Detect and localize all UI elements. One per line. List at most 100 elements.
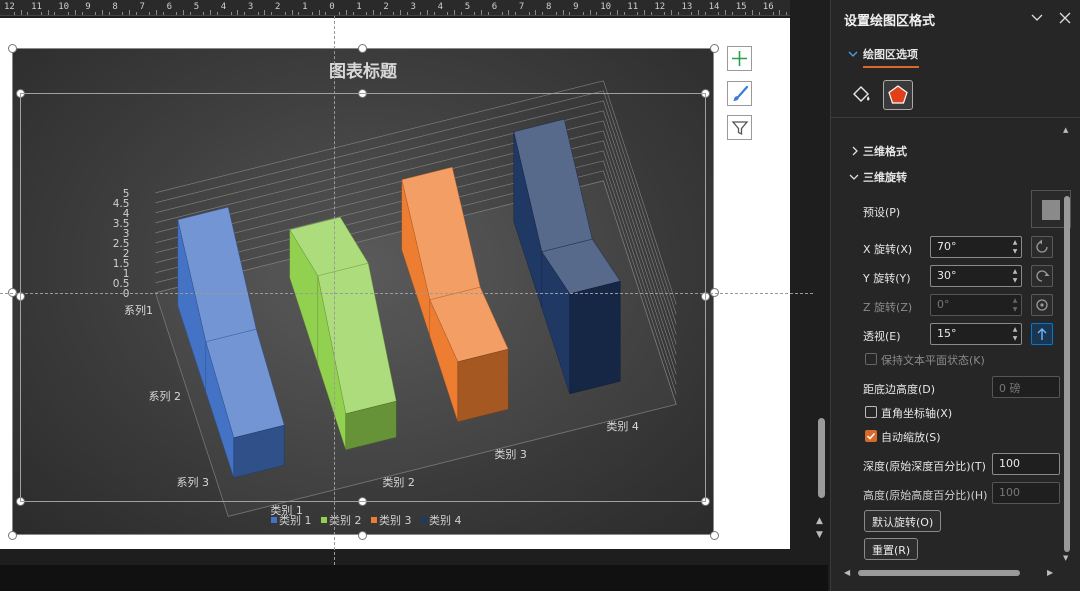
ruler-tick: [271, 12, 273, 15]
plot-handle-tr[interactable]: [701, 89, 710, 98]
ruler-tick: [772, 12, 774, 15]
x-rotation-spinner[interactable]: 70° ▲ ▼: [930, 236, 1022, 258]
height-value[interactable]: 100: [999, 486, 1020, 499]
legend-item[interactable]: 类别 3: [371, 513, 412, 527]
pane-hscroll-thumb[interactable]: [858, 570, 1020, 576]
spin-up-icon[interactable]: ▲: [1011, 326, 1019, 334]
depth-label: 系列 2: [149, 389, 182, 403]
x-rotation-value[interactable]: 70°: [937, 240, 957, 253]
ruler-tick: [596, 12, 598, 15]
plot-handle-br[interactable]: [701, 497, 710, 506]
ruler-tick: [203, 12, 205, 15]
ruler-tick: [156, 10, 158, 15]
legend-label: 类别 3: [379, 513, 412, 527]
spin-up-icon[interactable]: ▲: [1011, 297, 1019, 305]
chart-area[interactable]: 图表标题 0 0.5 1 1.5 2 2.5 3 3.5 4 4.5 5 类别 1 类别 2 类别 3类…: [12, 48, 714, 535]
chart-handle-tm[interactable]: [358, 44, 367, 53]
fill-line-tab[interactable]: [846, 80, 876, 110]
plot-handle-bm[interactable]: [358, 497, 367, 506]
editor-vertical-scrollbar[interactable]: ▲ ▼: [814, 16, 828, 565]
ruler-tick: [101, 10, 103, 15]
default-rotation-button[interactable]: 默认旋转(O): [864, 510, 942, 532]
legend-item[interactable]: 类别 4: [421, 513, 462, 527]
horizontal-ruler: 12 11 10 9 8 7 6 5 4 3 2 1 0 1 2 3 4 5 6 7 8 9 10 11 12 13 14 15 16: [0, 0, 790, 16]
ruler-tick: [752, 10, 754, 15]
ruler-tick: [420, 12, 422, 15]
chart-handle-bm[interactable]: [358, 531, 367, 540]
plot-handle-bl[interactable]: [16, 497, 25, 506]
ruler-label: 10: [600, 2, 612, 12]
ruler-label: 13: [681, 2, 693, 12]
z-rotation-value[interactable]: 0°: [937, 298, 950, 311]
pane-horizontal-scrollbar[interactable]: ◀ ▶: [842, 566, 1058, 580]
ruler-tick: [569, 12, 571, 15]
scroll-up-page-icon[interactable]: ▲: [816, 516, 823, 526]
depth-label: 系列1: [124, 303, 153, 317]
scroll-left-icon[interactable]: ◀: [844, 568, 850, 577]
preset-label: 预设(P): [863, 206, 901, 219]
ruler-tick: [481, 10, 483, 15]
plus-icon: [732, 51, 747, 66]
spin-down-icon[interactable]: ▼: [1011, 335, 1019, 343]
ruler-tick: [311, 12, 313, 15]
chart-elements-button[interactable]: [727, 46, 752, 71]
distance-from-ground-value[interactable]: 0 磅: [999, 380, 1021, 396]
spin-down-icon[interactable]: ▼: [1011, 277, 1019, 285]
pane-scroll-thumb[interactable]: [1064, 196, 1070, 552]
rotate-left-button[interactable]: [1031, 236, 1053, 258]
ruler-label: 8: [112, 2, 118, 12]
scroll-right-icon[interactable]: ▶: [1047, 568, 1053, 577]
z-rotation-spinner[interactable]: 0° ▲ ▼: [930, 294, 1022, 316]
spin-down-icon[interactable]: ▼: [1011, 306, 1019, 314]
depth-field[interactable]: 100: [992, 453, 1060, 475]
rotate-clockwise-button[interactable]: [1031, 294, 1053, 316]
ruler-label: 4: [437, 2, 444, 12]
reset-button[interactable]: 重置(R): [864, 538, 919, 560]
group-3d-rotation[interactable]: 三维旋转: [863, 169, 907, 185]
autoscale-checkbox[interactable]: [865, 430, 877, 442]
height-field[interactable]: 100: [992, 482, 1060, 504]
spin-up-icon[interactable]: ▲: [1011, 239, 1019, 247]
ruler-label: 16: [762, 2, 774, 12]
legend-item[interactable]: 类别 2: [321, 513, 362, 527]
chevron-down-icon[interactable]: [1031, 13, 1043, 23]
distance-from-ground-field[interactable]: 0 磅: [992, 376, 1060, 398]
pane-title: 设置绘图区格式: [844, 14, 936, 29]
ruler-tick: [427, 10, 429, 15]
scroll-down-page-icon[interactable]: ▼: [816, 530, 823, 540]
keep-text-flat-checkbox[interactable]: [865, 353, 877, 365]
close-icon[interactable]: [1059, 12, 1071, 24]
spin-down-icon[interactable]: ▼: [1011, 248, 1019, 256]
scroll-down-icon[interactable]: ▼: [1063, 554, 1068, 562]
editor-scroll-thumb[interactable]: [818, 418, 825, 498]
ruler-tick: [257, 12, 259, 15]
effects-tab[interactable]: [883, 80, 913, 110]
ruler-tick: [731, 12, 733, 15]
perspective-spinner[interactable]: 15° ▲ ▼: [930, 323, 1022, 345]
chart-legend[interactable]: 类别 1 类别 2 类别 3 类别 4: [271, 513, 462, 527]
ruler-tick: [447, 12, 449, 15]
scroll-up-icon[interactable]: ▲: [1063, 126, 1068, 134]
chart-title[interactable]: 图表标题: [329, 61, 398, 82]
y-rotation-spinner[interactable]: 30° ▲ ▼: [930, 265, 1022, 287]
ruler-tick: [643, 10, 645, 15]
perspective-up-button[interactable]: [1031, 323, 1053, 345]
y-rotation-value[interactable]: 30°: [937, 269, 957, 282]
chart-handle-tl[interactable]: [8, 44, 17, 53]
chart-handle-tr[interactable]: [710, 44, 719, 53]
plot-handle-tl[interactable]: [16, 89, 25, 98]
chart-handle-bl[interactable]: [8, 531, 17, 540]
rotate-up-button[interactable]: [1031, 265, 1053, 287]
group-3d-format[interactable]: 三维格式: [863, 143, 907, 159]
spin-up-icon[interactable]: ▲: [1011, 268, 1019, 276]
tab-plot-area-options[interactable]: 绘图区选项: [863, 46, 918, 62]
perspective-value[interactable]: 15°: [937, 327, 957, 340]
depth-value[interactable]: 100: [999, 457, 1020, 470]
category-label: 类别 3: [494, 447, 527, 461]
chart-styles-button[interactable]: [727, 81, 752, 106]
right-angle-axes-checkbox[interactable]: [865, 406, 877, 418]
plot-handle-tm[interactable]: [358, 89, 367, 98]
pane-vertical-scrollbar[interactable]: ▲ ▼: [1062, 126, 1072, 562]
chart-handle-br[interactable]: [710, 531, 719, 540]
chart-filters-button[interactable]: [727, 115, 752, 140]
